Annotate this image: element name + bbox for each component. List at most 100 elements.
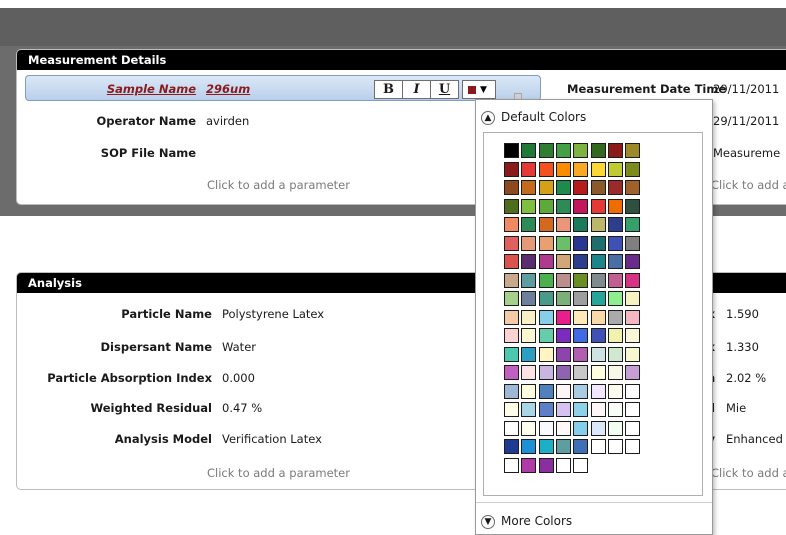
text-color-button[interactable]: ▼: [462, 80, 496, 99]
color-swatch[interactable]: [625, 217, 641, 232]
color-swatch[interactable]: [521, 272, 537, 288]
underline-button[interactable]: U: [430, 80, 459, 99]
color-swatch[interactable]: [555, 439, 571, 454]
color-swatch[interactable]: [607, 143, 623, 158]
color-swatch[interactable]: [573, 457, 589, 473]
right-add-parameter-text[interactable]: Click to add a: [711, 176, 786, 194]
color-swatch[interactable]: [521, 198, 537, 214]
color-swatch[interactable]: [573, 420, 589, 436]
color-swatch[interactable]: [607, 291, 623, 306]
color-swatch[interactable]: [607, 365, 623, 380]
color-swatch[interactable]: [521, 291, 537, 306]
color-swatch[interactable]: [504, 309, 519, 325]
color-swatch[interactable]: [573, 198, 589, 214]
analysis-right-value[interactable]: Mie: [726, 399, 746, 417]
color-swatch[interactable]: [573, 161, 589, 177]
color-swatch[interactable]: [573, 346, 589, 362]
color-swatch[interactable]: [521, 420, 537, 436]
color-swatch[interactable]: [555, 365, 571, 380]
color-swatch[interactable]: [538, 143, 554, 158]
color-swatch[interactable]: [573, 217, 589, 232]
color-swatch[interactable]: [573, 272, 589, 288]
color-swatch[interactable]: [625, 420, 641, 436]
color-swatch[interactable]: [504, 420, 519, 436]
color-swatch[interactable]: [555, 346, 571, 362]
color-swatch[interactable]: [555, 383, 571, 399]
color-swatch[interactable]: [590, 420, 606, 436]
color-swatch[interactable]: [625, 309, 641, 325]
color-swatch[interactable]: [538, 346, 554, 362]
analysis-row-value[interactable]: Verification Latex: [222, 430, 322, 448]
italic-button[interactable]: I: [402, 80, 431, 99]
color-swatch[interactable]: [625, 328, 641, 343]
color-swatch[interactable]: [573, 328, 589, 343]
date-value-2[interactable]: 29/11/2011: [713, 112, 779, 130]
color-swatch[interactable]: [573, 383, 589, 399]
color-swatch[interactable]: [590, 161, 606, 177]
color-swatch[interactable]: [555, 254, 571, 269]
color-swatch[interactable]: [521, 180, 537, 195]
analysis-row-value[interactable]: Polystyrene Latex: [222, 305, 324, 323]
color-swatch[interactable]: [625, 272, 641, 288]
color-swatch[interactable]: [573, 180, 589, 195]
color-swatch[interactable]: [504, 235, 519, 251]
more-colors-button[interactable]: ▼ More Colors: [481, 512, 572, 530]
color-swatch[interactable]: [538, 365, 554, 380]
color-swatch[interactable]: [590, 272, 606, 288]
color-swatch[interactable]: [555, 180, 571, 195]
sample-name-value[interactable]: 296um: [206, 80, 250, 98]
chevron-down-icon[interactable]: ▼: [481, 514, 495, 529]
color-swatch[interactable]: [590, 198, 606, 214]
color-swatch[interactable]: [555, 198, 571, 214]
color-swatch[interactable]: [504, 291, 519, 306]
color-swatch[interactable]: [538, 383, 554, 399]
right-add-parameter-text[interactable]: Click to add a: [711, 464, 786, 482]
color-swatch[interactable]: [590, 180, 606, 195]
color-swatch[interactable]: [555, 457, 571, 473]
date-row[interactable]: Measurement Date Time 29/11/2011: [567, 80, 786, 98]
color-swatch[interactable]: [555, 217, 571, 232]
color-swatch[interactable]: [521, 402, 537, 417]
color-swatch[interactable]: [521, 365, 537, 380]
color-swatch[interactable]: [504, 180, 519, 195]
color-swatch[interactable]: [607, 346, 623, 362]
color-swatch[interactable]: [555, 309, 571, 325]
color-swatch[interactable]: [590, 235, 606, 251]
color-swatch[interactable]: [607, 383, 623, 399]
color-swatch[interactable]: [590, 143, 606, 158]
color-swatch[interactable]: [538, 291, 554, 306]
color-swatch[interactable]: [590, 309, 606, 325]
color-swatch[interactable]: [538, 457, 554, 473]
color-swatch[interactable]: [590, 217, 606, 232]
color-swatch[interactable]: [625, 180, 641, 195]
color-swatch[interactable]: [538, 217, 554, 232]
color-swatch[interactable]: [590, 439, 606, 454]
color-swatch[interactable]: [573, 291, 589, 306]
color-swatch[interactable]: [538, 309, 554, 325]
color-swatch[interactable]: [625, 365, 641, 380]
add-parameter-text[interactable]: Click to add a parameter: [207, 464, 350, 482]
color-swatch[interactable]: [504, 328, 519, 343]
color-swatch[interactable]: [521, 309, 537, 325]
color-swatch[interactable]: [607, 180, 623, 195]
color-swatch[interactable]: [555, 143, 571, 158]
color-swatch[interactable]: [555, 235, 571, 251]
add-parameter-text[interactable]: Click to add a parameter: [207, 176, 350, 194]
analysis-row-value[interactable]: Water: [222, 338, 256, 356]
color-swatch[interactable]: [555, 328, 571, 343]
color-swatch[interactable]: [573, 309, 589, 325]
color-swatch[interactable]: [555, 402, 571, 417]
color-swatch[interactable]: [521, 346, 537, 362]
color-swatch[interactable]: [573, 402, 589, 417]
color-swatch[interactable]: [607, 235, 623, 251]
operator-value[interactable]: avirden: [206, 112, 249, 130]
color-swatch[interactable]: [607, 402, 623, 417]
color-swatch[interactable]: [607, 328, 623, 343]
color-swatch[interactable]: [625, 143, 641, 158]
color-swatch[interactable]: [590, 383, 606, 399]
color-swatch[interactable]: [607, 161, 623, 177]
color-swatch[interactable]: [521, 383, 537, 399]
sample-name-label[interactable]: Sample Name: [17, 80, 196, 98]
color-swatch[interactable]: [538, 198, 554, 214]
color-swatch[interactable]: [504, 143, 519, 158]
